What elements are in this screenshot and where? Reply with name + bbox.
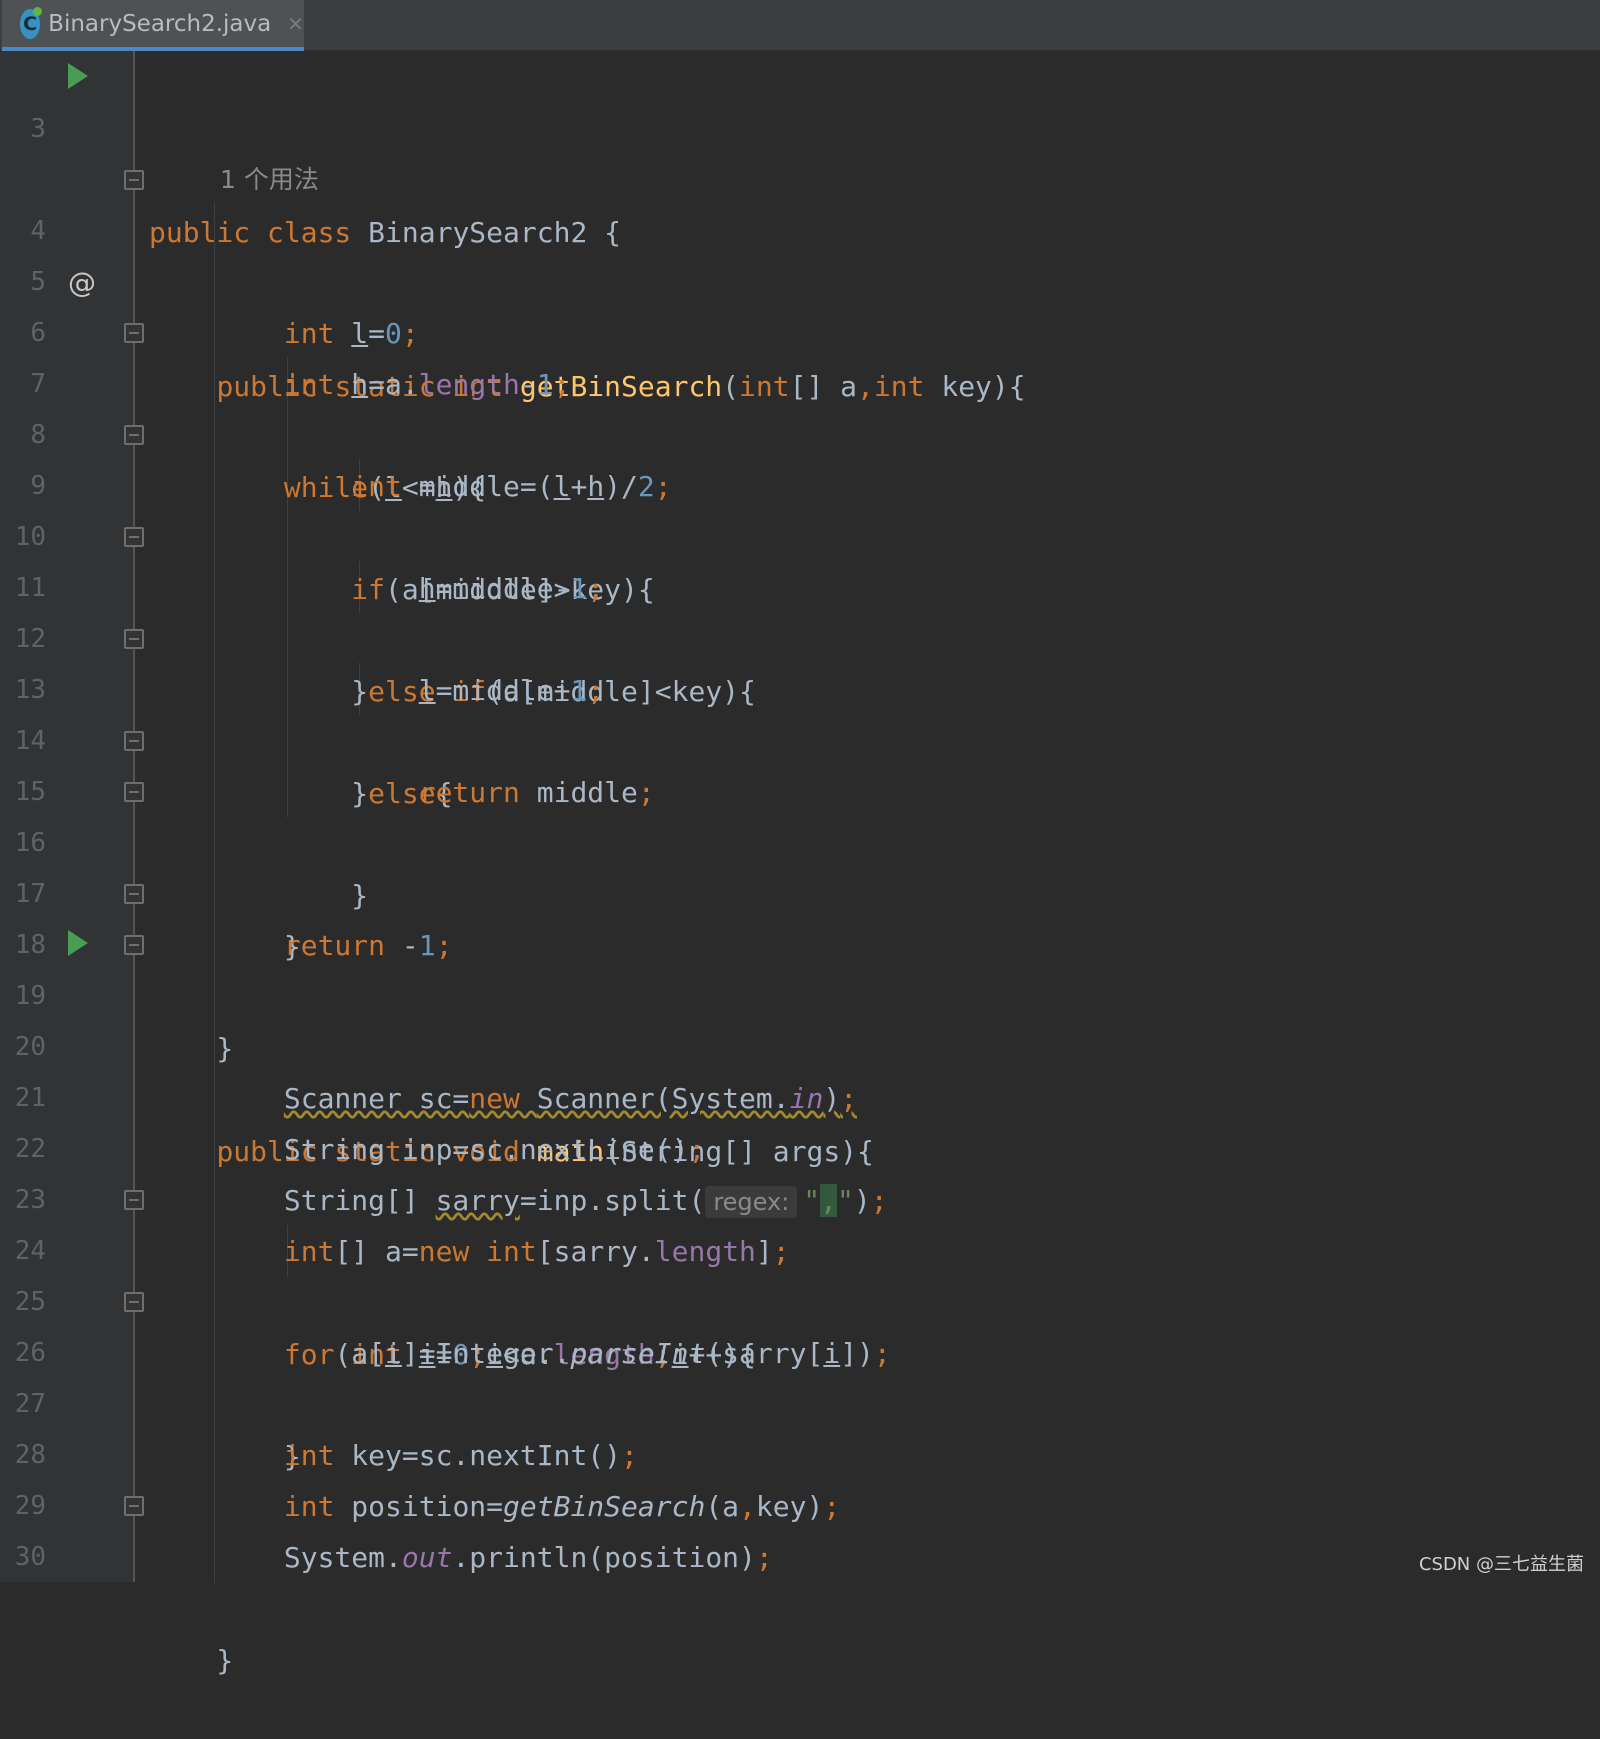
code-line: 23 int[] a=new int[sarry.length]; bbox=[0, 1122, 1600, 1174]
code-line: 6 int h=a.length-1; bbox=[0, 255, 1600, 307]
code-line: 18 } bbox=[0, 867, 1600, 919]
code-line: 27 int key=sc.nextInt(); bbox=[0, 1326, 1600, 1378]
tab-binarysearch2-java[interactable]: C BinarySearch2.java ✕ bbox=[2, 0, 304, 51]
code-line: 30 } bbox=[0, 1479, 1600, 1531]
close-icon[interactable]: ✕ bbox=[287, 12, 304, 36]
code-text: System.out.println(position); bbox=[149, 1532, 773, 1584]
editor-tab-bar: C BinarySearch2.java ✕ bbox=[0, 0, 1600, 51]
code-line: 11 }else if(a[middle]<key){ bbox=[0, 510, 1600, 562]
code-line: 3 public class BinarySearch2 { bbox=[0, 51, 1600, 103]
code-line: 13 }else{ bbox=[0, 612, 1600, 664]
watermark: CSDN @三七益生菌 bbox=[1419, 1550, 1584, 1576]
code-line: 28 int position=getBinSearch(a,key); bbox=[0, 1377, 1600, 1429]
code-line: 24 for(int i=0;i<a.length;i++){ bbox=[0, 1173, 1600, 1225]
fold-icon[interactable] bbox=[124, 935, 144, 955]
code-line: 22 String[] sarry=inp.split(regex:","); bbox=[0, 1071, 1600, 1123]
code-line: 17 return -1; bbox=[0, 816, 1600, 868]
fold-icon[interactable] bbox=[124, 1496, 144, 1516]
code-text: } bbox=[149, 1635, 233, 1687]
code-line: 26 } bbox=[0, 1275, 1600, 1327]
fold-icon[interactable] bbox=[124, 323, 144, 343]
code-line: 14 return middle; bbox=[0, 663, 1600, 715]
fold-icon[interactable] bbox=[124, 1190, 144, 1210]
fold-icon[interactable] bbox=[124, 425, 144, 445]
code-line: 4 @ public static int getBinSearch(int[]… bbox=[0, 153, 1600, 205]
fold-icon[interactable] bbox=[124, 1292, 144, 1312]
line-number: 30 bbox=[0, 1531, 46, 1583]
fold-icon[interactable] bbox=[124, 170, 144, 190]
run-icon[interactable] bbox=[68, 930, 88, 956]
code-line: 20 Scanner sc=new Scanner(System.in); bbox=[0, 969, 1600, 1021]
code-line: 25 a[i]=Integer.parseInt(sarry[i]); bbox=[0, 1224, 1600, 1276]
tab-label: BinarySearch2.java bbox=[48, 11, 271, 37]
fold-icon[interactable] bbox=[124, 731, 144, 751]
code-line: 15 } bbox=[0, 714, 1600, 766]
code-line: 8 int middle=(l+h)/2; bbox=[0, 357, 1600, 409]
code-line: 9 if(a[middle]>key){ bbox=[0, 408, 1600, 460]
fold-icon[interactable] bbox=[124, 527, 144, 547]
run-icon[interactable] bbox=[68, 63, 88, 89]
code-line: 5 int l=0; bbox=[0, 204, 1600, 256]
code-line: 19 public static void main(String[] args… bbox=[0, 918, 1600, 970]
code-line: 21 String inp=sc.nextLine(); bbox=[0, 1020, 1600, 1072]
code-line: 16 } bbox=[0, 765, 1600, 817]
fold-icon[interactable] bbox=[124, 782, 144, 802]
fold-icon[interactable] bbox=[124, 629, 144, 649]
code-line: 29 System.out.println(position); bbox=[0, 1428, 1600, 1480]
fold-icon[interactable] bbox=[124, 884, 144, 904]
inlay-hint-row: 1 个用法 bbox=[0, 102, 1600, 154]
code-line: 12 l=middle+1; bbox=[0, 561, 1600, 613]
code-line: 7 while(l<=h){ bbox=[0, 306, 1600, 358]
java-class-icon: C bbox=[20, 9, 40, 39]
code-line: 10 h=middle-1; bbox=[0, 459, 1600, 511]
